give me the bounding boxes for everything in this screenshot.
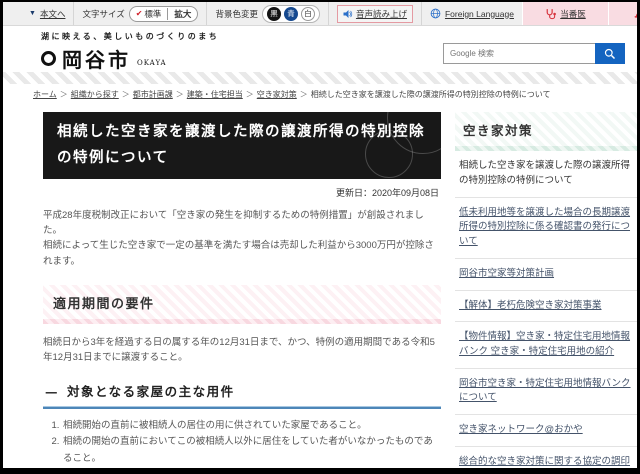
bg-color-toggle: 黒 青 白 (261, 4, 320, 23)
list-item: 相続の開始の直前においてこの被相続人以外に居住をしていた者がいなかったものである… (62, 434, 441, 467)
city-name-roman: OKAYA (137, 58, 167, 67)
bg-color-label: 背景色変更 (215, 8, 258, 19)
period-requirement-text: 相続日から3年を経過する日の属する年の12月31日まで、かつ、特例の適用期間であ… (43, 336, 435, 363)
duty-doctor-label: 当番医 (560, 8, 586, 19)
site-logo: 岡谷市 OKAYA (41, 44, 219, 73)
font-size-standard-button[interactable]: ✔ 標準 (130, 8, 168, 20)
section-heading-period: 適用期間の要件 (43, 284, 441, 324)
accessibility-toolbar: ▼ 本文へ 文字サイズ ✔ 標準 拡大 背景色変更 黒 青 白 音声読み上げ F… (3, 2, 637, 26)
sidebar-item-agreement[interactable]: 総合的な空き家対策に関する協定の調印式が行われました (455, 447, 637, 468)
speaker-icon (343, 9, 353, 18)
sidebar-item-current: 相続した空き家を譲渡した際の譲渡所得の特別控除の特例について (455, 151, 637, 198)
disaster-prevention-button[interactable]: 防災 (607, 2, 637, 25)
check-icon: ✔ (135, 9, 143, 18)
tts-label: 音声読み上げ (355, 8, 407, 19)
breadcrumb-separator: ＞ (175, 90, 184, 99)
triangle-down-icon: ▼ (29, 10, 36, 17)
breadcrumb-separator: ＞ (299, 90, 308, 99)
bg-color-group: 背景色変更 黒 青 白 (207, 2, 329, 25)
city-logo-icon (41, 51, 56, 66)
bg-white-button[interactable]: 白 (300, 6, 315, 21)
sidebar-item-property-info[interactable]: 【物件情報】空き家・特定住宅用地情報バンク 空き家・特定住宅用地の紹介 (455, 322, 637, 369)
page: ▼ 本文へ 文字サイズ ✔ 標準 拡大 背景色変更 黒 青 白 音声読み上げ F… (3, 2, 637, 468)
font-size-standard-label: 標準 (144, 8, 162, 19)
search-icon (604, 48, 616, 59)
list-item: 昭和56年5月31日以前に建築されたものであること。 (62, 467, 441, 468)
font-size-group: 文字サイズ ✔ 標準 拡大 (73, 2, 208, 25)
foreign-language-group: Foreign Language (422, 2, 522, 25)
breadcrumb-current: 相続した空き家を譲渡した際の譲渡所得の特別控除の特例について (310, 90, 551, 99)
helmet-icon (635, 13, 637, 18)
breadcrumb-planning[interactable]: 都市計画課 (133, 90, 173, 99)
search-input[interactable] (443, 43, 595, 64)
breadcrumb-separator: ＞ (59, 90, 68, 99)
skip-to-content: ▼ 本文へ (21, 2, 73, 25)
list-item: 相続開始の直前に被相続人の居住の用に供されていた家屋であること。 (62, 418, 441, 434)
bg-blue-button[interactable]: 青 (283, 6, 298, 21)
subsection-underline (43, 406, 441, 410)
breadcrumb-org[interactable]: 組織から探す (71, 90, 119, 99)
page-title: 相続した空き家を譲渡した際の譲渡所得の特別控除の特例について (43, 112, 441, 179)
sidebar: 空き家対策 相続した空き家を譲渡した際の譲渡所得の特別控除の特例について 低未利… (455, 112, 637, 468)
bg-black-button[interactable]: 黒 (266, 6, 281, 21)
section-heading-stripe (43, 318, 441, 324)
breadcrumb-housing[interactable]: 建築・住宅担当 (187, 90, 243, 99)
sidebar-item-info-bank[interactable]: 岡谷市空き家・特定住宅用地情報バンクについて (455, 369, 637, 416)
stethoscope-icon (546, 8, 557, 19)
section-heading-period-label: 適用期間の要件 (43, 284, 441, 319)
city-name: 岡谷市 (62, 48, 131, 72)
subsection-heading-house-label: 対象となる家屋の主な用件 (67, 384, 235, 400)
sidebar-item-low-use-land[interactable]: 低未利用地等を譲渡した場合の長期譲渡所得の特別控除に係る確認書の発行について (455, 198, 637, 259)
sidebar-item-network[interactable]: 空き家ネットワーク@おかや (455, 415, 637, 447)
breadcrumb-separator: ＞ (121, 90, 130, 99)
sidebar-item-akiya-plan[interactable]: 岡谷市空家等対策計画 (455, 259, 637, 291)
content-area: 相続した空き家を譲渡した際の譲渡所得の特別控除の特例について 更新日：2020年… (3, 106, 637, 468)
intro-paragraph-2: 相続によって生じた空き家で一定の基準を満たす場合は売却した利益から3000万円が… (43, 240, 434, 267)
sidebar-header: 空き家対策 (455, 112, 637, 152)
brand[interactable]: 湖に映える、美しいものづくりのまち 岡谷市 OKAYA (41, 31, 219, 72)
site-search (443, 43, 625, 72)
breadcrumb-home[interactable]: ホーム (33, 90, 57, 99)
header-divider-stripes (3, 72, 637, 84)
breadcrumb-separator: ＞ (245, 90, 254, 99)
updated-date: 更新日：2020年09月08日 (335, 187, 439, 198)
subsection-heading-house: — 対象となる家屋の主な用件 (43, 381, 441, 406)
font-size-toggle: ✔ 標準 拡大 (128, 5, 199, 22)
sidebar-item-demolition[interactable]: 【解体】老朽危険空き家対策事業 (455, 291, 637, 323)
dash-icon: — (45, 384, 59, 400)
breadcrumb: ホーム＞組織から探す＞都市計画課＞建築・住宅担当＞空き家対策＞相続した空き家を譲… (3, 84, 637, 106)
breadcrumb-akiya[interactable]: 空き家対策 (257, 90, 297, 99)
site-tagline: 湖に映える、美しいものづくりのまち (41, 31, 220, 41)
globe-icon (430, 8, 441, 19)
font-size-label: 文字サイズ (82, 8, 125, 19)
site-header: 湖に映える、美しいものづくりのまち 岡谷市 OKAYA (3, 26, 637, 72)
house-requirements-list: 相続開始の直前に被相続人の居住の用に供されていた家屋であること。 相続の開始の直… (49, 418, 441, 468)
sidebar-menu: 相続した空き家を譲渡した際の譲渡所得の特別控除の特例について 低未利用地等を譲渡… (455, 151, 637, 468)
tts-group: 音声読み上げ (329, 2, 422, 25)
tts-button[interactable]: 音声読み上げ (336, 4, 413, 23)
font-size-large-label: 拡大 (174, 8, 192, 19)
foreign-language-link[interactable]: Foreign Language (445, 9, 514, 19)
main-column: 相続した空き家を譲渡した際の譲渡所得の特別控除の特例について 更新日：2020年… (43, 112, 441, 468)
intro-paragraph-1: 平成28年度税制改正において「空き家の発生を抑制するための特例措置」が創設されま… (43, 209, 424, 237)
search-button[interactable] (595, 43, 625, 64)
sidebar-title: 空き家対策 (455, 112, 637, 147)
skip-to-content-link[interactable]: 本文へ (40, 8, 66, 20)
duty-doctor-button[interactable]: 当番医 (521, 2, 608, 25)
font-size-large-button[interactable]: 拡大 (167, 7, 197, 20)
